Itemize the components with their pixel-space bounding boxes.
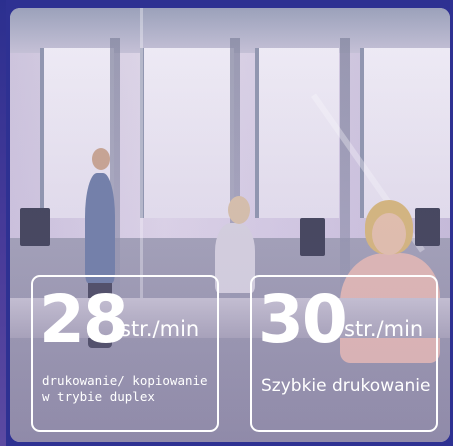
banner-frame: 28 str./min drukowanie/ kopiowanie w try… bbox=[0, 0, 453, 446]
stat-number: 28 bbox=[39, 281, 129, 358]
stat-number: 30 bbox=[258, 281, 348, 358]
stat-description: Szybkie drukowanie bbox=[261, 376, 431, 396]
stat-unit: str./min bbox=[344, 317, 424, 341]
stat-unit: str./min bbox=[120, 317, 200, 341]
stat-box-fast-printing: 30 str./min Szybkie drukowanie bbox=[250, 275, 438, 432]
left-accent-bar bbox=[0, 0, 6, 446]
stat-description: drukowanie/ kopiowanie w trybie duplex bbox=[42, 373, 208, 404]
stat-box-duplex: 28 str./min drukowanie/ kopiowanie w try… bbox=[31, 275, 219, 432]
